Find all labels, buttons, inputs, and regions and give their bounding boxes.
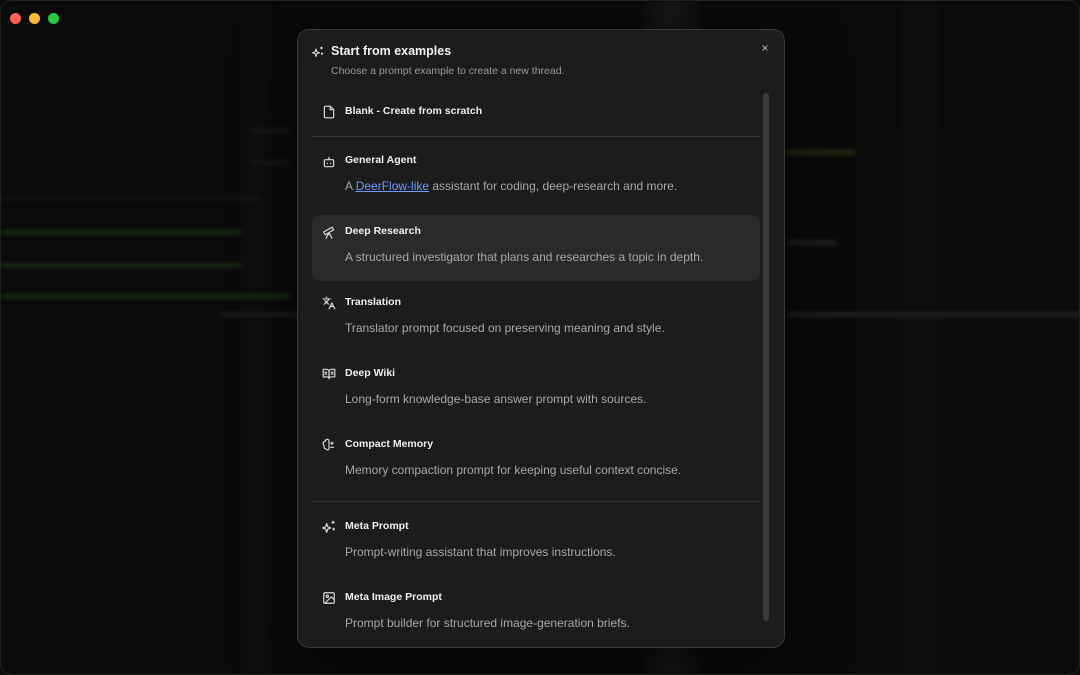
example-item-deep-research[interactable]: Deep Research A structured investigator … — [312, 215, 760, 281]
file-icon — [322, 105, 336, 119]
maximize-window-button[interactable] — [48, 13, 59, 24]
example-title: Translation — [345, 296, 402, 308]
dialog-header: Start from examples Choose a prompt exam… — [312, 44, 770, 77]
languages-icon — [322, 296, 336, 310]
example-item-compact-memory[interactable]: Compact Memory Memory compaction prompt … — [312, 428, 760, 494]
example-description: Prompt builder for structured image-gene… — [345, 616, 630, 630]
example-title: Compact Memory — [345, 438, 434, 450]
close-dialog-button[interactable]: × — [758, 41, 772, 55]
example-item-general-agent[interactable]: General Agent A DeerFlow-like assistant … — [312, 144, 760, 210]
book-open-icon — [322, 367, 336, 381]
example-item-meta-image-prompt[interactable]: Meta Image Prompt Prompt builder for str… — [312, 581, 760, 643]
example-title: Blank - Create from scratch — [345, 105, 483, 117]
example-title: General Agent — [345, 154, 417, 166]
window-controls — [10, 13, 59, 24]
example-description: Prompt-writing assistant that improves i… — [345, 545, 616, 559]
sparkles-icon — [312, 45, 324, 57]
examples-dialog: Start from examples Choose a prompt exam… — [297, 29, 785, 648]
example-description: A structured investigator that plans and… — [345, 250, 704, 264]
example-title: Deep Wiki — [345, 367, 396, 379]
example-description: Memory compaction prompt for keeping use… — [345, 463, 682, 477]
minimize-window-button[interactable] — [29, 13, 40, 24]
example-item-deep-wiki[interactable]: Deep Wiki Long-form knowledge-base answe… — [312, 357, 760, 423]
example-item-translation[interactable]: Translation Translator prompt focused on… — [312, 286, 760, 352]
brain-icon — [322, 438, 336, 452]
example-description: Long-form knowledge-base answer prompt w… — [345, 392, 647, 406]
image-icon — [322, 591, 336, 605]
example-item-meta-prompt[interactable]: Meta Prompt Prompt-writing assistant tha… — [312, 510, 760, 576]
desc-text: assistant for coding, deep-research and … — [429, 179, 678, 193]
divider — [312, 136, 760, 137]
example-title: Meta Prompt — [345, 520, 409, 532]
sparkles-icon — [322, 520, 336, 534]
deerflow-link[interactable]: DeerFlow-like — [356, 179, 429, 193]
desc-text: A — [345, 179, 356, 193]
examples-list: Blank - Create from scratch General Agen… — [312, 94, 760, 644]
example-description: A DeerFlow-like assistant for coding, de… — [345, 179, 677, 193]
bot-icon — [322, 155, 336, 169]
app-window: Start from examples Choose a prompt exam… — [0, 0, 1080, 675]
divider — [312, 501, 760, 502]
example-description: Translator prompt focused on preserving … — [345, 321, 665, 335]
example-title: Deep Research — [345, 225, 421, 237]
close-icon: × — [761, 41, 769, 55]
example-title: Meta Image Prompt — [345, 591, 442, 603]
dialog-title: Start from examples — [331, 44, 452, 58]
close-window-button[interactable] — [10, 13, 21, 24]
example-item-blank[interactable]: Blank - Create from scratch — [312, 94, 760, 132]
list-scrollbar[interactable] — [763, 93, 769, 621]
telescope-icon — [322, 226, 336, 240]
dialog-subtitle: Choose a prompt example to create a new … — [331, 65, 565, 77]
